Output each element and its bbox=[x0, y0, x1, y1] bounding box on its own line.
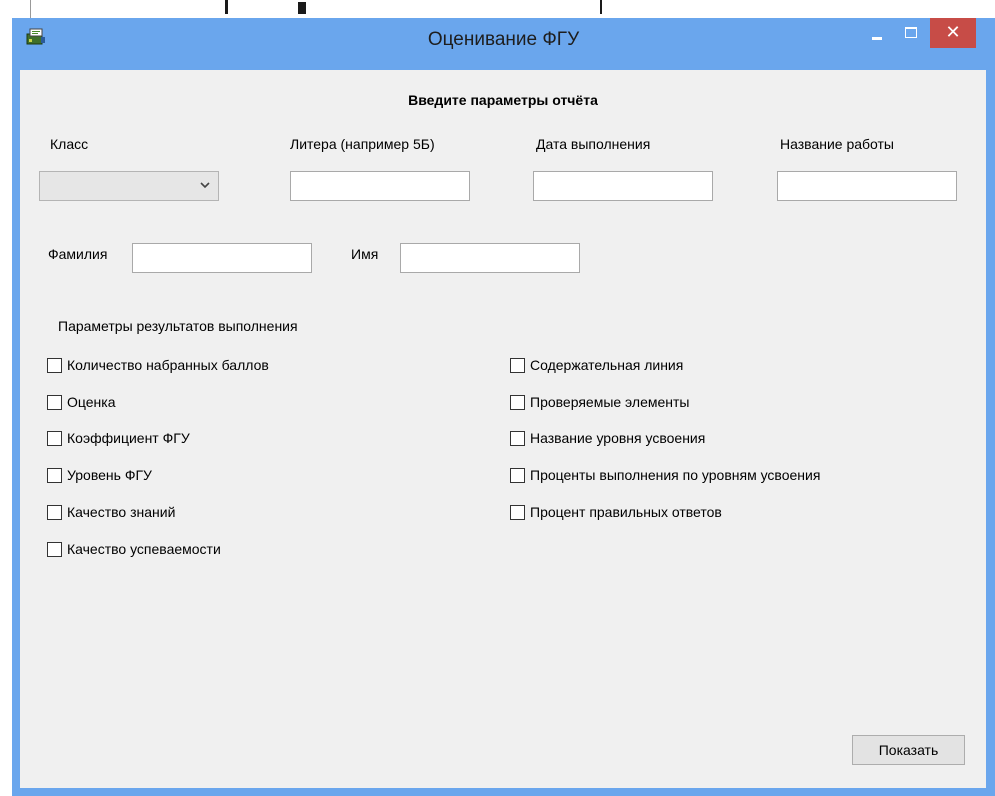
checkbox-box[interactable] bbox=[510, 430, 525, 446]
work-name-label: Название работы bbox=[780, 136, 894, 152]
date-input[interactable] bbox=[533, 171, 713, 201]
checkbox-progress-quality[interactable]: Качество успеваемости bbox=[47, 539, 221, 559]
checkbox-correct-answers-percent[interactable]: Процент правильных ответов bbox=[510, 502, 722, 522]
checkbox-grade[interactable]: Оценка bbox=[47, 392, 116, 412]
checkbox-label: Проверяемые элементы bbox=[530, 394, 690, 410]
checkbox-label: Уровень ФГУ bbox=[67, 467, 152, 483]
letter-label: Литера (например 5Б) bbox=[290, 136, 435, 152]
checkbox-label: Процент правильных ответов bbox=[530, 504, 722, 520]
checkbox-label: Название уровня усвоения bbox=[530, 430, 706, 446]
background-fragment bbox=[600, 0, 602, 14]
show-button[interactable]: Показать bbox=[852, 735, 965, 765]
background-fragment bbox=[30, 0, 31, 18]
letter-input[interactable] bbox=[290, 171, 470, 201]
checkbox-scores[interactable]: Количество набранных баллов bbox=[47, 355, 269, 375]
checkbox-box[interactable] bbox=[510, 467, 525, 483]
results-section-label: Параметры результатов выполнения bbox=[58, 318, 298, 334]
checkbox-mastery-percentages[interactable]: Проценты выполнения по уровням усвоения bbox=[510, 465, 820, 485]
checkbox-box[interactable] bbox=[510, 504, 525, 520]
checkbox-label: Содержательная линия bbox=[530, 357, 684, 373]
checkbox-content-line[interactable]: Содержательная линия bbox=[510, 355, 683, 375]
class-label: Класс bbox=[50, 136, 89, 152]
checkbox-fgu-coefficient[interactable]: Коэффициент ФГУ bbox=[47, 428, 190, 448]
chevron-down-icon bbox=[198, 178, 212, 192]
surname-input[interactable] bbox=[132, 243, 312, 273]
checkbox-label: Проценты выполнения по уровням усвоения bbox=[530, 467, 821, 483]
dialog-client-area: Введите параметры отчёта Класс Литера (н… bbox=[20, 70, 986, 788]
checkbox-fgu-level[interactable]: Уровень ФГУ bbox=[47, 465, 152, 485]
checkbox-label: Качество знаний bbox=[67, 504, 176, 520]
title-bar[interactable]: Оценивание ФГУ ✕ bbox=[12, 18, 995, 70]
checkbox-box[interactable] bbox=[510, 357, 525, 373]
background-fragment bbox=[225, 0, 228, 14]
dialog-window: Оценивание ФГУ ✕ Введите параметры отчёт… bbox=[12, 18, 995, 796]
checkbox-knowledge-quality[interactable]: Качество знаний bbox=[47, 502, 175, 522]
window-title: Оценивание ФГУ bbox=[427, 29, 580, 50]
minimize-button[interactable] bbox=[864, 22, 890, 48]
date-label: Дата выполнения bbox=[536, 136, 651, 152]
checkbox-label: Коэффициент ФГУ bbox=[67, 430, 190, 446]
checkbox-box[interactable] bbox=[47, 504, 62, 520]
checkbox-box[interactable] bbox=[510, 394, 525, 410]
checkbox-box[interactable] bbox=[47, 357, 62, 373]
checkbox-checked-elements[interactable]: Проверяемые элементы bbox=[510, 392, 689, 412]
checkbox-box[interactable] bbox=[47, 430, 62, 446]
name-label: Имя bbox=[351, 246, 379, 262]
checkbox-label: Качество успеваемости bbox=[67, 541, 221, 557]
work-name-input[interactable] bbox=[777, 171, 957, 201]
surname-label: Фамилия bbox=[48, 246, 108, 262]
checkbox-box[interactable] bbox=[47, 541, 62, 557]
background-fragment bbox=[298, 2, 306, 14]
checkbox-box[interactable] bbox=[47, 467, 62, 483]
checkbox-mastery-level-name[interactable]: Название уровня усвоения bbox=[510, 428, 705, 448]
name-input[interactable] bbox=[400, 243, 580, 273]
class-select[interactable] bbox=[39, 171, 219, 201]
close-button[interactable]: ✕ bbox=[930, 18, 976, 48]
form-heading: Введите параметры отчёта bbox=[408, 92, 598, 108]
maximize-button[interactable] bbox=[898, 22, 924, 48]
checkbox-box[interactable] bbox=[47, 394, 62, 410]
checkbox-label: Количество набранных баллов bbox=[67, 357, 269, 373]
checkbox-label: Оценка bbox=[67, 394, 116, 410]
